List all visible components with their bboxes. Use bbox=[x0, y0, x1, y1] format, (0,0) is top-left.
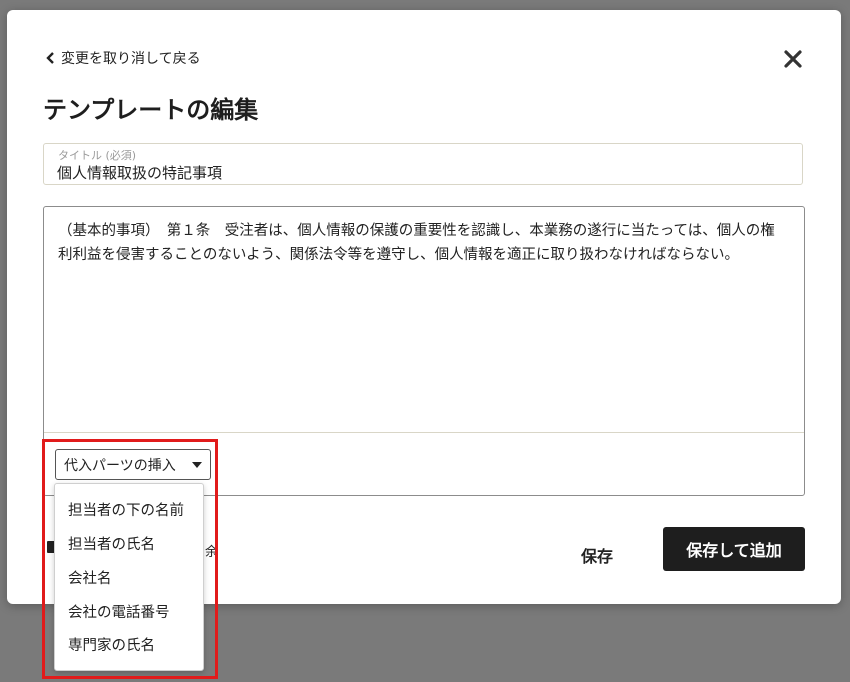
title-field-value[interactable]: 個人情報取扱の特記事項 bbox=[57, 162, 222, 183]
editor-divider bbox=[44, 432, 804, 433]
insert-parts-select[interactable]: 代入パーツの挿入 bbox=[55, 449, 211, 480]
save-button[interactable]: 保存 bbox=[567, 534, 627, 576]
insert-parts-dropdown: 担当者の下の名前 担当者の氏名 会社名 会社の電話番号 専門家の氏名 bbox=[54, 483, 204, 671]
insert-option[interactable]: 専門家の氏名 bbox=[68, 634, 155, 655]
back-link-label: 変更を取り消して戻る bbox=[61, 51, 201, 67]
title-field-label: タイトル (必須) bbox=[58, 149, 137, 162]
save-and-add-button[interactable]: 保存して追加 bbox=[663, 527, 805, 571]
template-body-editor[interactable]: （基本的事項） 第１条 受注者は、個人情報の保護の重要性を認識し、本業務の遂行に… bbox=[43, 206, 805, 496]
partially-hidden-text: 余 bbox=[205, 545, 219, 560]
insert-option[interactable]: 会社の電話番号 bbox=[68, 601, 170, 622]
close-icon[interactable] bbox=[781, 47, 805, 71]
insert-option[interactable]: 会社名 bbox=[68, 567, 112, 588]
back-link[interactable]: 変更を取り消して戻る bbox=[45, 48, 201, 68]
title-field[interactable]: タイトル (必須) 個人情報取扱の特記事項 bbox=[43, 143, 803, 185]
caret-down-icon bbox=[192, 462, 202, 468]
chevron-left-icon bbox=[46, 52, 54, 64]
template-body-text[interactable]: （基本的事項） 第１条 受注者は、個人情報の保護の重要性を認識し、本業務の遂行に… bbox=[58, 219, 786, 267]
insert-option[interactable]: 担当者の氏名 bbox=[68, 533, 155, 554]
insert-option[interactable]: 担当者の下の名前 bbox=[68, 499, 184, 520]
modal-title: テンプレートの編集 bbox=[43, 96, 259, 124]
insert-parts-label: 代入パーツの挿入 bbox=[64, 457, 176, 474]
